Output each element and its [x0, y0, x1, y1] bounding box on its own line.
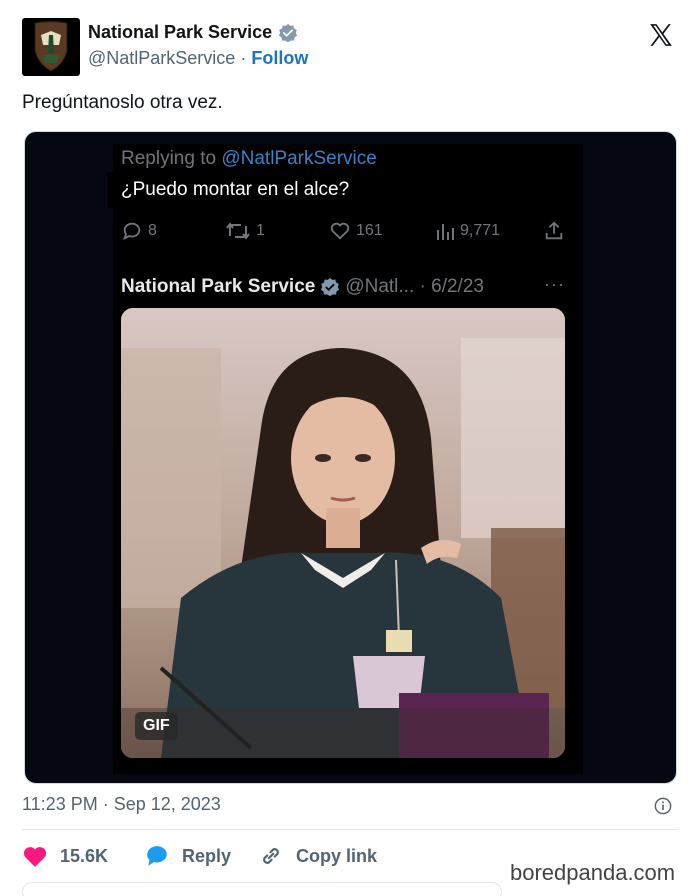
like-count: 15.6K — [60, 845, 109, 866]
quoted-tweet-header: National Park Service @Natl... · 6/2/23 — [121, 276, 484, 298]
views-stat: 9,771 — [435, 220, 500, 242]
replying-to-line: Replying to @NatlParkService — [121, 148, 377, 170]
x-logo-icon[interactable] — [648, 22, 674, 48]
tweet-text: Pregúntanoslo otra vez. — [22, 92, 223, 113]
retweets-stat: 1 — [225, 220, 265, 242]
separator-dot: · — [240, 48, 247, 68]
reply-label: Reply — [182, 845, 232, 866]
info-icon[interactable] — [654, 797, 672, 815]
account-name[interactable]: National Park Service — [88, 22, 272, 43]
share-stat — [543, 220, 565, 242]
copy-link-button[interactable]: Copy link — [258, 842, 377, 870]
boredpanda-watermark: boredpanda.com — [506, 860, 680, 886]
share-icon — [545, 221, 563, 240]
reply-action-bar: 8 1 161 9,771 — [121, 220, 569, 244]
retweets-count: 1 — [256, 222, 265, 239]
gif-image: GIF — [121, 308, 565, 758]
replying-prefix: Replying to — [121, 148, 217, 169]
copy-link-label: Copy link — [296, 845, 378, 866]
heart-outline-icon — [330, 222, 350, 240]
heart-filled-icon — [23, 847, 47, 867]
account-handle[interactable]: @NatlParkService — [88, 48, 235, 69]
reply-icon — [123, 222, 141, 241]
nps-arrowhead-logo-icon — [34, 21, 68, 72]
retweet-icon — [226, 222, 250, 240]
likes-stat: 161 — [329, 220, 383, 242]
like-button[interactable]: 15.6K — [22, 842, 108, 870]
verified-badge-icon — [321, 277, 340, 297]
link-icon — [263, 848, 279, 864]
tweet-media[interactable]: Replying to @NatlParkService ¿Puedo mont… — [24, 131, 677, 784]
tweet-header: National Park Service @NatlParkService ·… — [22, 18, 678, 78]
tweet-timestamp[interactable]: 11:23 PM · Sep 12, 2023 — [22, 794, 221, 815]
likes-count: 161 — [356, 222, 383, 239]
reply-bubble-icon — [147, 846, 167, 866]
more-options-icon: ··· — [544, 274, 565, 294]
views-icon — [437, 224, 454, 240]
woman-drinking-tea-illustration — [121, 308, 565, 758]
replies-stat: 8 — [121, 220, 157, 242]
caption-text: ¿Puedo montar en el alce? — [121, 179, 350, 200]
screenshot-of-reply: Replying to @NatlParkService ¿Puedo mont… — [107, 144, 583, 774]
replying-mention: @NatlParkService — [221, 148, 377, 169]
quoted-handle-date: @Natl... · 6/2/23 — [345, 276, 484, 297]
quoted-account-name: National Park Service — [121, 276, 316, 297]
views-count: 9,771 — [460, 222, 501, 239]
follow-button[interactable]: Follow — [251, 48, 308, 69]
verified-badge-icon — [279, 23, 298, 42]
avatar[interactable] — [22, 18, 80, 76]
gif-badge: GIF — [135, 712, 178, 740]
divider — [22, 829, 678, 830]
read-replies-bar[interactable] — [22, 882, 502, 896]
replies-count: 8 — [148, 222, 157, 239]
reply-button[interactable]: Reply — [144, 842, 231, 870]
